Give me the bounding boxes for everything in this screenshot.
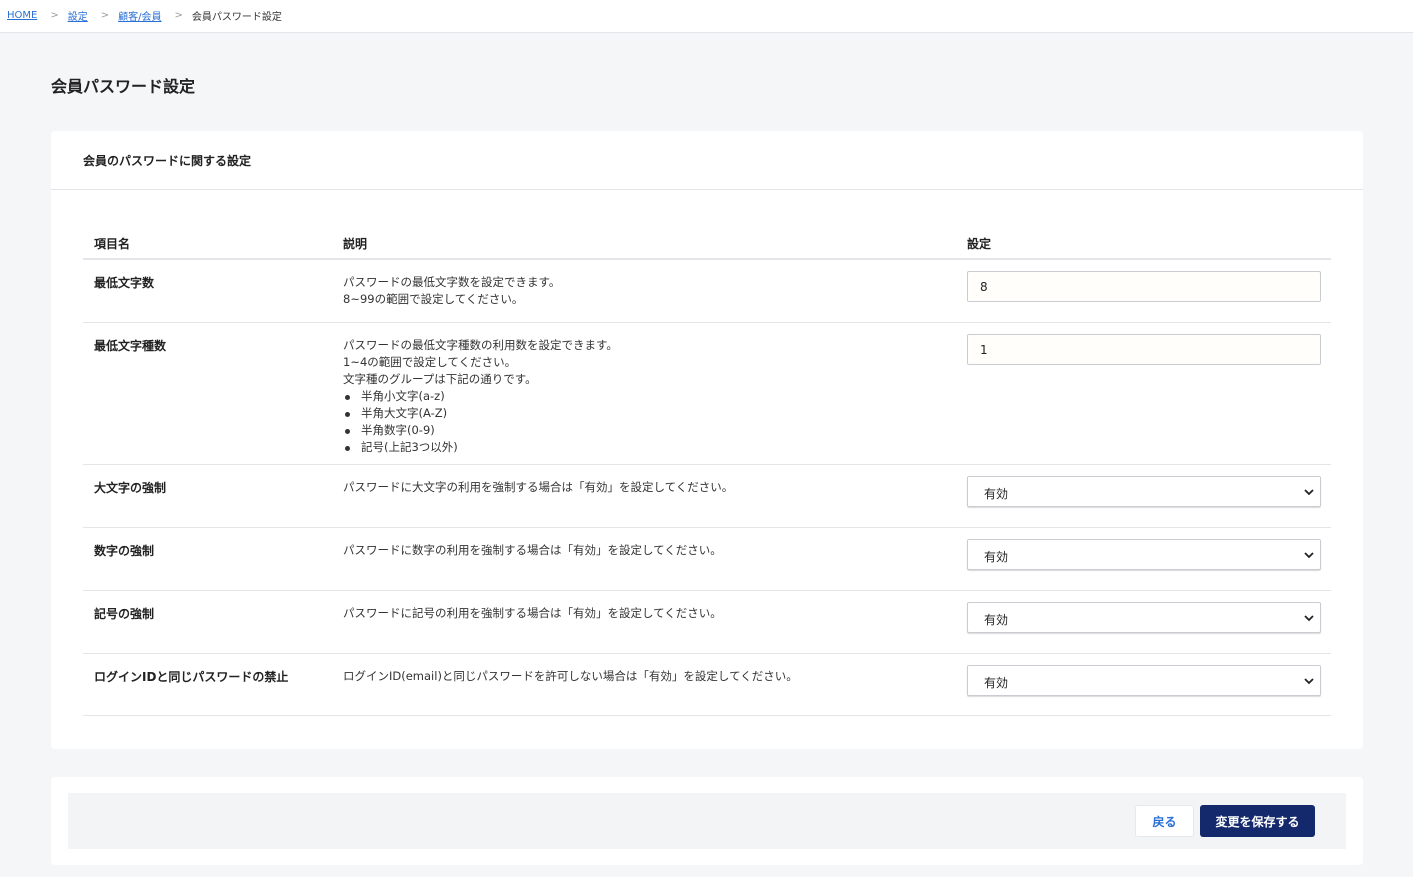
select-value: 有効 bbox=[984, 550, 1009, 564]
header-item-name: 項目名 bbox=[94, 237, 131, 251]
top-bar: HOME > 設定 > 顧客/会員 > 会員パスワード設定 bbox=[0, 0, 1413, 33]
table-row-symbol: 記号の強制 パスワードに記号の利用を強制する場合は「有効」を設定してください。 … bbox=[83, 591, 1331, 654]
breadcrumb-separator: > bbox=[50, 10, 59, 21]
row-description: パスワードの最低文字種数の利用数を設定できます。 1~4の範囲で設定してください… bbox=[333, 323, 957, 464]
description-line: 8~99の範囲で設定してください。 bbox=[343, 292, 524, 306]
table-row-login-id: ログインIDと同じパスワードの禁止 ログインID(email)と同じパスワードを… bbox=[83, 654, 1331, 716]
breadcrumb-home-link[interactable]: HOME bbox=[7, 10, 37, 21]
list-item: 半角大文字(A-Z) bbox=[343, 405, 957, 422]
footer-actions: 戻る 変更を保存する bbox=[68, 793, 1346, 849]
breadcrumb-separator: > bbox=[174, 10, 183, 21]
header-description: 説明 bbox=[343, 237, 368, 251]
table-row-uppercase: 大文字の強制 パスワードに大文字の利用を強制する場合は「有効」を設定してください… bbox=[83, 465, 1331, 528]
row-setting: 有効 bbox=[957, 465, 1331, 527]
breadcrumb-separator: > bbox=[100, 10, 110, 21]
chevron-down-icon bbox=[1304, 552, 1314, 559]
row-setting: 有効 bbox=[957, 528, 1331, 590]
select-value: 有効 bbox=[984, 613, 1009, 627]
uppercase-select[interactable]: 有効 bbox=[967, 476, 1321, 507]
table-row-number: 数字の強制 パスワードに数字の利用を強制する場合は「有効」を設定してください。 … bbox=[83, 528, 1331, 591]
chevron-down-icon bbox=[1304, 489, 1314, 496]
row-setting: 有効 bbox=[957, 591, 1331, 653]
symbol-select[interactable]: 有効 bbox=[967, 602, 1321, 633]
description-line: パスワードに大文字の利用を強制する場合は「有効」を設定してください。 bbox=[343, 480, 734, 494]
description-line: ログインID(email)と同じパスワードを許可しない場合は「有効」を設定してく… bbox=[343, 669, 798, 683]
breadcrumb: HOME > 設定 > 顧客/会員 > 会員パスワード設定 bbox=[7, 8, 282, 23]
select-value: 有効 bbox=[984, 676, 1009, 690]
description-line: パスワードの最低文字種数の利用数を設定できます。 bbox=[343, 338, 618, 352]
char-type-list: 半角小文字(a-z) 半角大文字(A-Z) 半角数字(0-9) 記号(上記3つ以… bbox=[343, 388, 957, 456]
chevron-down-icon bbox=[1304, 615, 1314, 622]
list-item: 記号(上記3つ以外) bbox=[343, 439, 957, 456]
description-line: パスワードの最低文字数を設定できます。 bbox=[343, 275, 561, 289]
row-name: 大文字の強制 bbox=[94, 481, 167, 495]
login-id-select[interactable]: 有効 bbox=[967, 665, 1321, 696]
row-name: 最低文字種数 bbox=[94, 339, 167, 353]
row-name: 最低文字数 bbox=[94, 276, 155, 290]
row-name: 記号の強制 bbox=[94, 607, 155, 621]
header-setting: 設定 bbox=[967, 237, 992, 251]
number-select[interactable]: 有効 bbox=[967, 539, 1321, 570]
row-setting bbox=[957, 260, 1331, 322]
row-description: パスワードに記号の利用を強制する場合は「有効」を設定してください。 bbox=[333, 591, 957, 653]
back-button[interactable]: 戻る bbox=[1135, 805, 1194, 837]
breadcrumb-current: 会員パスワード設定 bbox=[191, 12, 282, 23]
list-item: 半角数字(0-9) bbox=[343, 422, 957, 439]
footer-bar: 戻る 変更を保存する bbox=[51, 777, 1363, 865]
row-description: パスワードに数字の利用を強制する場合は「有効」を設定してください。 bbox=[333, 528, 957, 590]
row-description: パスワードに大文字の利用を強制する場合は「有効」を設定してください。 bbox=[333, 465, 957, 527]
row-name: 数字の強制 bbox=[94, 544, 155, 558]
description-line: 文字種のグループは下記の通りです。 bbox=[343, 372, 537, 386]
select-value: 有効 bbox=[984, 487, 1009, 501]
min-char-types-input[interactable] bbox=[967, 334, 1321, 365]
chevron-down-icon bbox=[1304, 678, 1314, 685]
row-setting: 有効 bbox=[957, 654, 1331, 715]
row-setting bbox=[957, 323, 1331, 464]
table-header-row: 項目名 説明 設定 bbox=[83, 231, 1331, 260]
description-line: パスワードに記号の利用を強制する場合は「有効」を設定してください。 bbox=[343, 606, 722, 620]
card-title: 会員のパスワードに関する設定 bbox=[51, 131, 1363, 190]
save-button[interactable]: 変更を保存する bbox=[1200, 805, 1315, 837]
description-line: パスワードに数字の利用を強制する場合は「有効」を設定してください。 bbox=[343, 543, 722, 557]
row-description: ログインID(email)と同じパスワードを許可しない場合は「有効」を設定してく… bbox=[333, 654, 957, 715]
row-description: パスワードの最低文字数を設定できます。 8~99の範囲で設定してください。 bbox=[333, 260, 957, 322]
row-name: ログインIDと同じパスワードの禁止 bbox=[94, 670, 289, 684]
settings-table: 項目名 説明 設定 最低文字数 パスワードの最低文字数を設定できます。 8~99… bbox=[83, 231, 1331, 716]
list-item: 半角小文字(a-z) bbox=[343, 388, 957, 405]
table-row-min-char-types: 最低文字種数 パスワードの最低文字種数の利用数を設定できます。 1~4の範囲で設… bbox=[83, 323, 1331, 465]
settings-card: 会員のパスワードに関する設定 項目名 説明 設定 最低文字数 パスワードの最低文… bbox=[51, 131, 1363, 749]
min-length-input[interactable] bbox=[967, 271, 1321, 302]
description-line: 1~4の範囲で設定してください。 bbox=[343, 355, 517, 369]
table-row-min-length: 最低文字数 パスワードの最低文字数を設定できます。 8~99の範囲で設定してくだ… bbox=[83, 260, 1331, 323]
breadcrumb-customer-link[interactable]: 顧客/会員 bbox=[118, 8, 161, 23]
breadcrumb-settings-link[interactable]: 設定 bbox=[68, 8, 88, 23]
page-title: 会員パスワード設定 bbox=[51, 77, 196, 96]
